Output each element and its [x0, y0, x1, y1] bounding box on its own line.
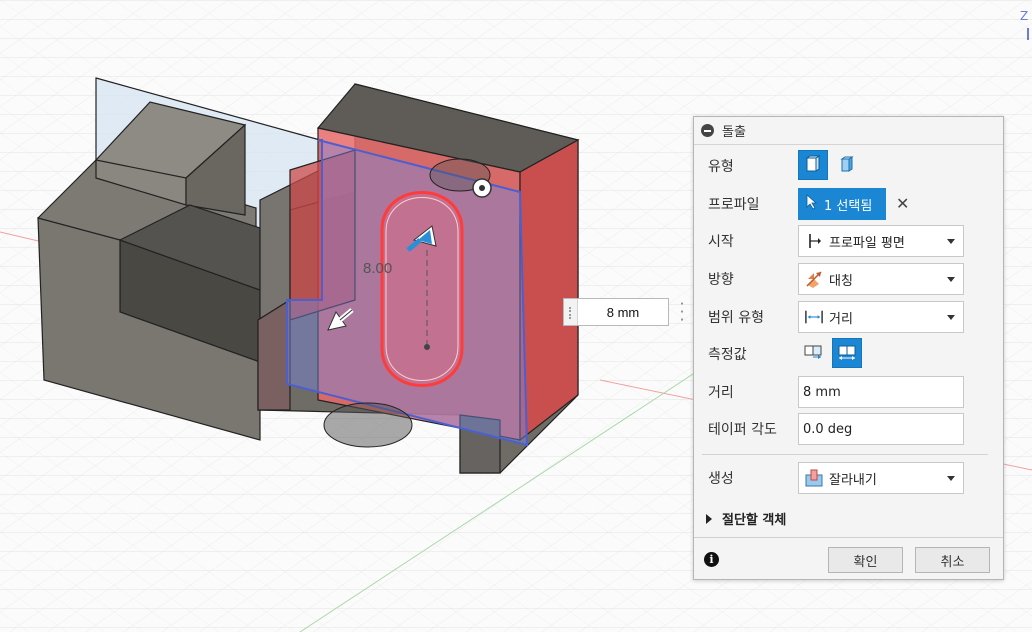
measure-label: 측정값	[708, 347, 747, 363]
row-extent-type: 범위 유형 거리	[694, 300, 1005, 334]
more-options-icon[interactable]: · · ·	[676, 297, 688, 328]
profile-label: 프로파일	[708, 197, 760, 213]
selected-profile-slot[interactable]	[380, 191, 464, 387]
extent-dropdown[interactable]: 거리	[798, 301, 964, 333]
svg-text:Z: Z	[1020, 9, 1028, 23]
drag-handle[interactable]	[564, 299, 578, 325]
operation-value: 잘라내기	[829, 472, 877, 488]
divider	[702, 454, 988, 455]
floating-distance-value[interactable]: 8 mm	[578, 305, 668, 320]
start-label: 시작	[708, 234, 734, 250]
row-distance: 거리 8 mm	[694, 375, 1005, 409]
direction-dropdown[interactable]: 대칭	[798, 263, 964, 295]
operation-label: 생성	[708, 471, 734, 487]
dimension-label: 8.00	[363, 260, 392, 277]
symmetric-icon	[805, 270, 823, 288]
chevron-down-icon	[947, 315, 955, 320]
distance-input[interactable]: 8 mm	[798, 376, 964, 408]
info-icon[interactable]: i	[704, 552, 719, 567]
profile-selection-count: 1 선택됨	[824, 198, 873, 214]
extrude-panel: 돌출 유형 프로파일 1 선택됨 ✕ 시작 프로파일 평면 방향 대칭 범위 유…	[693, 116, 1004, 580]
panel-title: 돌출	[722, 125, 746, 140]
chevron-down-icon	[947, 239, 955, 244]
row-taper: 테이퍼 각도 0.0 deg	[694, 412, 1005, 446]
minus-circle-icon[interactable]	[701, 124, 714, 137]
row-type: 유형	[694, 149, 1005, 183]
close-icon[interactable]: ✕	[896, 194, 909, 213]
expand-triangle-icon	[706, 513, 712, 524]
taper-label: 테이퍼 각도	[708, 422, 777, 438]
thin-extrude-icon[interactable]	[832, 150, 862, 180]
profile-select-button[interactable]: 1 선택됨	[798, 188, 886, 220]
row-measure: 측정값	[694, 337, 1005, 371]
row-operation: 생성 잘라내기	[694, 461, 1005, 495]
cut-icon	[805, 469, 823, 487]
row-direction: 방향 대칭	[694, 262, 1005, 296]
extent-value: 거리	[829, 311, 853, 327]
taper-angle-input[interactable]: 0.0 deg	[798, 413, 964, 445]
chevron-down-icon	[947, 277, 955, 282]
profile-plane-icon	[805, 232, 823, 250]
whole-length-icon[interactable]	[832, 338, 862, 368]
objects-to-cut-section[interactable]: 절단할 객체	[706, 509, 786, 528]
floating-distance-input[interactable]: 8 mm	[563, 298, 669, 326]
direction-label: 방향	[708, 272, 734, 288]
footer-divider	[694, 537, 1003, 538]
start-dropdown[interactable]: 프로파일 평면	[798, 225, 964, 257]
row-profile: 프로파일 1 선택됨 ✕	[694, 187, 1005, 221]
select-cursor-icon	[806, 194, 818, 214]
start-value: 프로파일 평면	[829, 235, 905, 251]
cancel-button[interactable]: 취소	[915, 547, 990, 573]
row-start: 시작 프로파일 평면	[694, 224, 1005, 258]
distance-icon	[805, 308, 823, 326]
operation-dropdown[interactable]: 잘라내기	[798, 462, 964, 494]
panel-header[interactable]: 돌출	[694, 117, 1003, 145]
solid-extrude-icon[interactable]	[798, 150, 828, 180]
half-length-icon[interactable]	[798, 338, 828, 368]
objects-to-cut-label: 절단할 객체	[722, 513, 787, 528]
extent-label: 범위 유형	[708, 310, 764, 326]
distance-label: 거리	[708, 385, 734, 401]
chevron-down-icon	[947, 476, 955, 481]
pivot-handle[interactable]	[472, 178, 492, 198]
direction-value: 대칭	[829, 273, 853, 289]
type-label: 유형	[708, 159, 734, 175]
ok-button[interactable]: 확인	[828, 547, 903, 573]
